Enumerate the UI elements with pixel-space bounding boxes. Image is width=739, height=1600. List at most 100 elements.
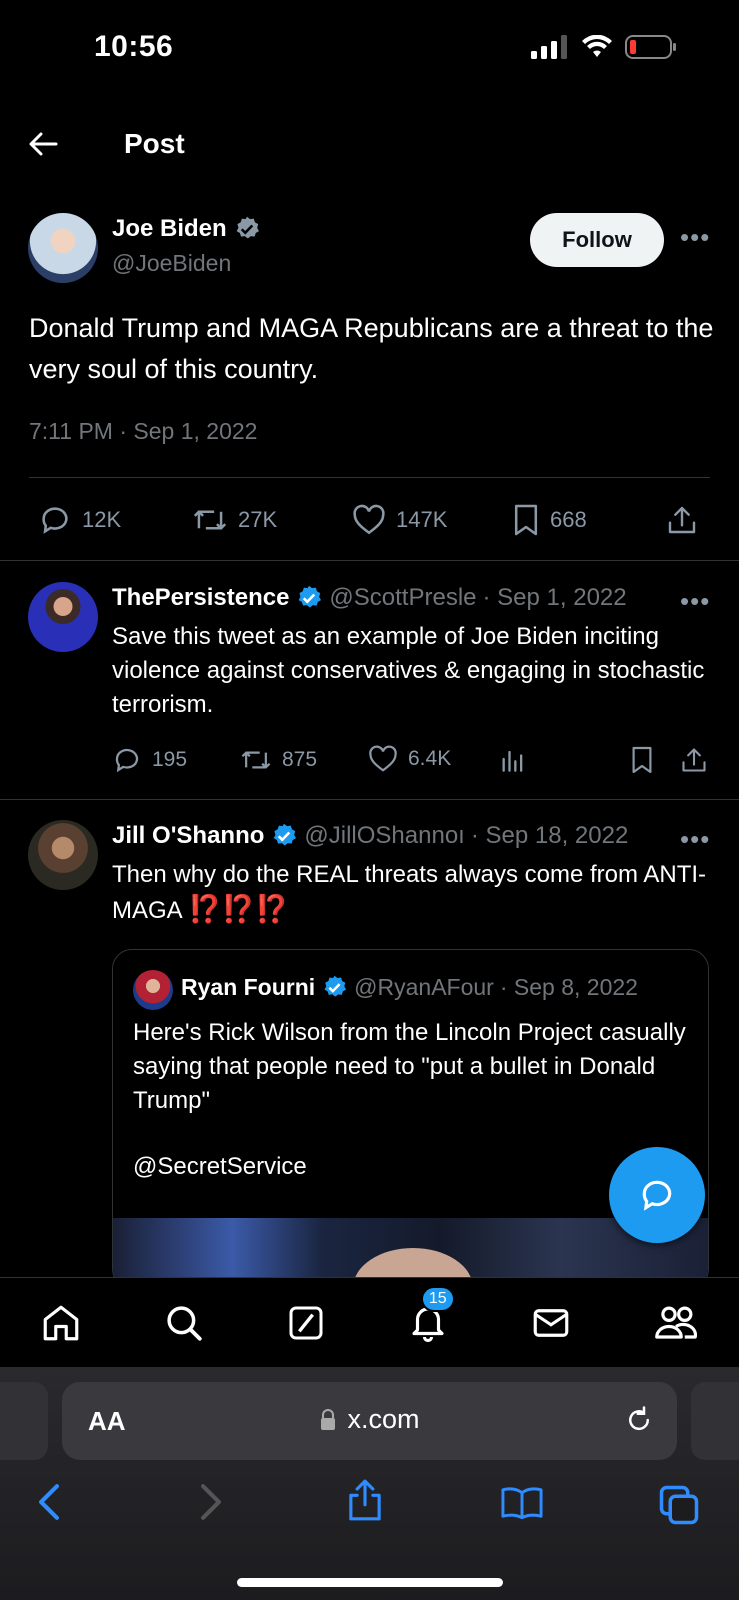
repost-count: 875 [282,748,318,771]
verified-icon [236,216,259,239]
avatar [133,970,173,1010]
url-text[interactable]: x.com [347,1404,419,1435]
browser-forward-button[interactable] [198,1483,224,1521]
more-icon[interactable]: ••• [680,824,710,855]
author-name-text: Joe Biden [112,215,227,242]
tweet-text: Donald Trump and MAGA Republicans are a … [29,313,714,384]
quote-text: Here's Rick Wilson from the Lincoln Proj… [133,1019,686,1114]
author-name[interactable]: Joe Biden [112,215,261,243]
tab-communities[interactable] [653,1302,699,1344]
repost-icon [193,510,227,530]
like-count: 147K [396,507,448,532]
reply-author-handle: @JillOShannoı [304,822,465,849]
bookmark-icon [632,746,652,774]
battery-icon [625,35,676,59]
reply-icon [115,748,139,773]
compose-reply-icon [642,1180,672,1211]
quote-author-name: Ryan Fourni [181,974,316,1000]
share-button[interactable] [680,745,708,775]
reply-count: 195 [152,748,188,771]
like-button[interactable]: 6.4K [368,745,451,773]
reply-button[interactable]: 195 [112,745,187,775]
tab-search[interactable] [163,1302,205,1344]
share-icon [349,1479,381,1521]
bottom-tab-bar: 15 [0,1277,739,1367]
reply-text: Then why do the REAL threats always come… [112,858,712,928]
views-button[interactable] [500,745,526,773]
tabs-icon [659,1485,699,1525]
back-arrow-icon [29,132,58,156]
avatar[interactable] [28,213,98,283]
compose-reply-button[interactable] [609,1147,705,1243]
notification-badge: 15 [420,1285,455,1312]
more-icon[interactable]: ••• [680,586,710,617]
page-title: Post [124,128,185,159]
search-icon [167,1305,202,1341]
reply-header: ThePersistence @ScottPresle · Sep 1, 202… [112,584,712,612]
reload-button[interactable] [624,1404,654,1436]
home-indicator [237,1578,503,1587]
repost-button[interactable]: 27K [192,503,277,537]
bookmark-button[interactable] [630,745,654,775]
bookmark-count: 668 [550,507,587,532]
tab-grok[interactable] [286,1303,326,1343]
like-count: 6.4K [408,747,452,770]
tabs-button[interactable] [658,1484,700,1526]
tab-messages[interactable] [530,1302,572,1344]
follow-button[interactable]: Follow [530,213,664,267]
views-icon [502,750,523,772]
tab-notifications[interactable]: 15 [407,1285,455,1344]
reply-actions: 195 875 6.4K [112,745,712,779]
communities-icon [654,1306,697,1339]
quoted-tweet[interactable]: Ryan Fourni @RyanAFour · Sep 8, 2022 Her… [112,949,709,1289]
divider [0,799,739,800]
chevron-right-icon [201,1484,221,1520]
more-icon[interactable]: ••• [680,222,710,253]
like-button[interactable]: 147K [352,504,447,536]
browser-share-button[interactable] [346,1478,384,1522]
tweet-timestamp[interactable]: 7:11 PM · Sep 1, 2022 [29,418,257,445]
status-icons [531,34,677,60]
repost-icon [241,751,271,769]
quote-header: Ryan Fourni @RyanAFour · Sep 8, 2022 [181,974,638,1001]
reply-date: · Sep 1, 2022 [482,584,627,611]
avatar[interactable] [28,582,98,652]
reply-count: 12K [82,507,122,532]
repost-button[interactable]: 875 [240,745,317,775]
verified-icon [274,823,297,846]
reply-author-name[interactable]: Jill O'Shanno [112,822,264,850]
reply-author-name[interactable]: ThePersistence [112,584,289,612]
quote-author-handle: @RyanAFour [354,974,494,1000]
home-icon [44,1305,79,1340]
grok-icon [289,1306,323,1339]
author-handle: @JoeBiden [112,250,232,276]
share-button[interactable] [666,503,698,537]
chevron-left-icon [39,1484,59,1520]
divider [0,560,739,561]
verified-icon [299,585,322,608]
signal-icon [531,35,567,59]
like-icon [369,745,397,772]
reply-header: Jill O'Shanno @JillOShannoı · Sep 18, 20… [112,822,712,850]
bookmarks-button[interactable] [500,1484,544,1522]
bookmark-button[interactable]: 668 [512,503,587,537]
quote-date: · Sep 8, 2022 [499,974,638,1000]
lock-icon [321,1408,336,1430]
interrobang-emoji: ⁉️⁉️⁉️ [188,894,289,924]
tweet-actions: 12K 27K 147K 668 [38,500,708,540]
book-icon [501,1487,543,1520]
mail-icon [533,1308,569,1337]
avatar[interactable] [28,820,98,890]
tab-home[interactable] [40,1302,82,1344]
quote-mention[interactable]: @SecretService [133,1150,307,1184]
browser-back-button[interactable] [36,1483,62,1521]
reply-text: Save this tweet as an example of Joe Bid… [112,623,705,718]
reply-author-handle: @ScottPresle [329,584,477,611]
divider [29,477,710,478]
reply-button[interactable]: 12K [38,503,121,537]
like-icon [353,504,385,535]
reply-date: · Sep 18, 2022 [470,822,629,849]
repost-count: 27K [238,507,278,532]
back-button[interactable] [28,130,64,160]
wifi-icon [582,35,612,57]
